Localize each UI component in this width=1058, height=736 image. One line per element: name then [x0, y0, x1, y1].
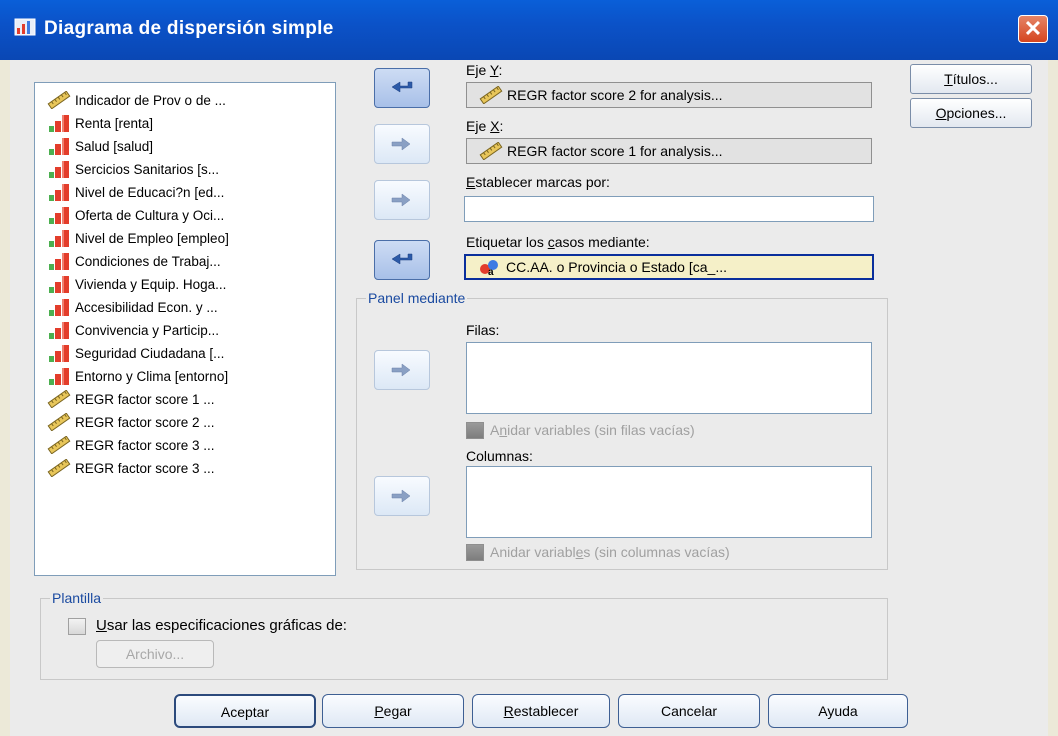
list-item[interactable]: REGR factor score 2 ...: [47, 411, 215, 433]
string-ruler-icon: [47, 91, 71, 109]
arrow-left-icon: [390, 80, 414, 96]
variable-label: Renta [renta]: [75, 115, 154, 131]
scale-ruler-icon: [47, 390, 71, 408]
variable-label: Nivel de Educaci?n [ed...: [75, 184, 225, 200]
columns-label: Columnas:: [466, 448, 533, 464]
list-item[interactable]: Indicador de Prov o de ...: [47, 89, 226, 111]
variable-label: REGR factor score 3 ...: [75, 460, 215, 476]
variable-label: Sercicios Sanitarios [s...: [75, 161, 220, 177]
list-item[interactable]: Nivel de Educaci?n [ed...: [47, 181, 224, 203]
list-item[interactable]: Renta [renta]: [47, 112, 153, 134]
app-icon: [14, 18, 36, 36]
ordinal-bar-icon: [47, 206, 71, 224]
nest-columns-label: Anidar variables (sin columnas vacías): [490, 544, 730, 560]
variable-label: REGR factor score 3 ...: [75, 437, 215, 453]
variable-label: Convivencia y Particip...: [75, 322, 220, 338]
list-item[interactable]: Convivencia y Particip...: [47, 319, 219, 341]
variable-label: Vivienda y Equip. Hoga...: [75, 276, 227, 292]
ordinal-bar-icon: [47, 367, 71, 385]
x-axis-label: Eje X:: [466, 118, 504, 134]
variable-label: Condiciones de Trabaj...: [75, 253, 221, 269]
window-title: Diagrama de dispersión simple: [44, 18, 334, 39]
scale-ruler-icon: [47, 413, 71, 431]
reset-button[interactable]: Restablecer: [472, 694, 610, 728]
label-cases-field[interactable]: CC.AA. o Provincia o Estado [ca_...: [464, 254, 874, 280]
nest-rows-label: Anidar variables (sin filas vacías): [490, 422, 695, 438]
scale-ruler-icon: [479, 86, 503, 104]
ordinal-bar-icon: [47, 137, 71, 155]
close-icon: ✕: [1023, 16, 1043, 41]
variable-label: Seguridad Ciudadana [...: [75, 345, 225, 361]
ordinal-bar-icon: [47, 298, 71, 316]
list-item[interactable]: Vivienda y Equip. Hoga...: [47, 273, 226, 295]
list-item[interactable]: REGR factor score 3 ...: [47, 434, 215, 456]
arrow-right-icon: [390, 192, 414, 208]
arrow-right-icon: [390, 136, 414, 152]
scale-ruler-icon: [479, 142, 503, 160]
list-item[interactable]: Oferta de Cultura y Oci...: [47, 204, 224, 226]
rows-list[interactable]: [466, 342, 872, 414]
nest-rows-checkbox[interactable]: [466, 422, 484, 439]
list-item[interactable]: REGR factor score 1 ...: [47, 388, 215, 410]
y-axis-label: Eje Y:: [466, 62, 503, 78]
scale-ruler-icon: [47, 436, 71, 454]
ordinal-bar-icon: [47, 114, 71, 132]
ordinal-bar-icon: [47, 321, 71, 339]
ordinal-bar-icon: [47, 252, 71, 270]
use-template-label: Usar las especificaciones gráficas de:: [96, 617, 347, 634]
variable-label: Indicador de Prov o de ...: [75, 92, 226, 108]
variable-label: REGR factor score 1 ...: [75, 391, 215, 407]
accept-button[interactable]: Aceptar: [174, 694, 316, 728]
y-axis-field[interactable]: REGR factor score 2 for analysis...: [466, 82, 872, 108]
nominal-variable-icon: [478, 258, 502, 276]
variable-label: Accesibilidad Econ. y ...: [75, 299, 218, 315]
list-item[interactable]: Entorno y Clima [entorno]: [47, 365, 228, 387]
ordinal-bar-icon: [47, 160, 71, 178]
variable-label: Salud [salud]: [75, 138, 154, 154]
list-item[interactable]: Seguridad Ciudadana [...: [47, 342, 224, 364]
paste-button[interactable]: Pegar: [322, 694, 464, 728]
markers-field[interactable]: [464, 196, 874, 222]
list-item[interactable]: Accesibilidad Econ. y ...: [47, 296, 218, 318]
file-button[interactable]: Archivo...: [96, 640, 214, 668]
cancel-button[interactable]: Cancelar: [618, 694, 760, 728]
title-bar: Diagrama de dispersión simple ✕: [0, 0, 1058, 60]
rows-label: Filas:: [466, 322, 500, 338]
move-to-x-axis-button[interactable]: [374, 124, 430, 164]
options-button[interactable]: Opciones...: [910, 98, 1032, 128]
list-item[interactable]: Salud [salud]: [47, 135, 153, 157]
list-item[interactable]: Sercicios Sanitarios [s...: [47, 158, 219, 180]
use-template-checkbox[interactable]: [68, 618, 86, 635]
nest-columns-checkbox[interactable]: [466, 544, 484, 561]
titles-button[interactable]: Títulos...: [910, 64, 1032, 94]
scale-ruler-icon: [47, 459, 71, 477]
close-button[interactable]: ✕: [1018, 15, 1048, 43]
variable-label: REGR factor score 2 ...: [75, 414, 215, 430]
arrow-left-icon: [390, 252, 414, 268]
variable-label: Oferta de Cultura y Oci...: [75, 207, 225, 223]
label-cases-label: Etiquetar los casos mediante:: [466, 234, 650, 250]
variable-list[interactable]: Indicador de Prov o de ... Renta [renta] S…: [34, 82, 336, 576]
panel-group-title: Panel mediante: [366, 290, 468, 306]
columns-list[interactable]: [466, 466, 872, 538]
variable-label: Nivel de Empleo [empleo]: [75, 230, 229, 246]
list-item[interactable]: Condiciones de Trabaj...: [47, 250, 221, 272]
help-button[interactable]: Ayuda: [768, 694, 908, 728]
list-item[interactable]: REGR factor score 3 ...: [47, 457, 215, 479]
ordinal-bar-icon: [47, 275, 71, 293]
x-axis-field[interactable]: REGR factor score 1 for analysis...: [466, 138, 872, 164]
move-to-markers-button[interactable]: [374, 180, 430, 220]
ordinal-bar-icon: [47, 344, 71, 362]
variable-label: Entorno y Clima [entorno]: [75, 368, 229, 384]
template-group-title: Plantilla: [50, 590, 104, 606]
move-to-label-button[interactable]: [374, 240, 430, 280]
move-to-y-axis-button[interactable]: [374, 68, 430, 108]
ordinal-bar-icon: [47, 183, 71, 201]
list-item[interactable]: Nivel de Empleo [empleo]: [47, 227, 229, 249]
ordinal-bar-icon: [47, 229, 71, 247]
markers-label: Establecer marcas por:: [466, 174, 610, 190]
